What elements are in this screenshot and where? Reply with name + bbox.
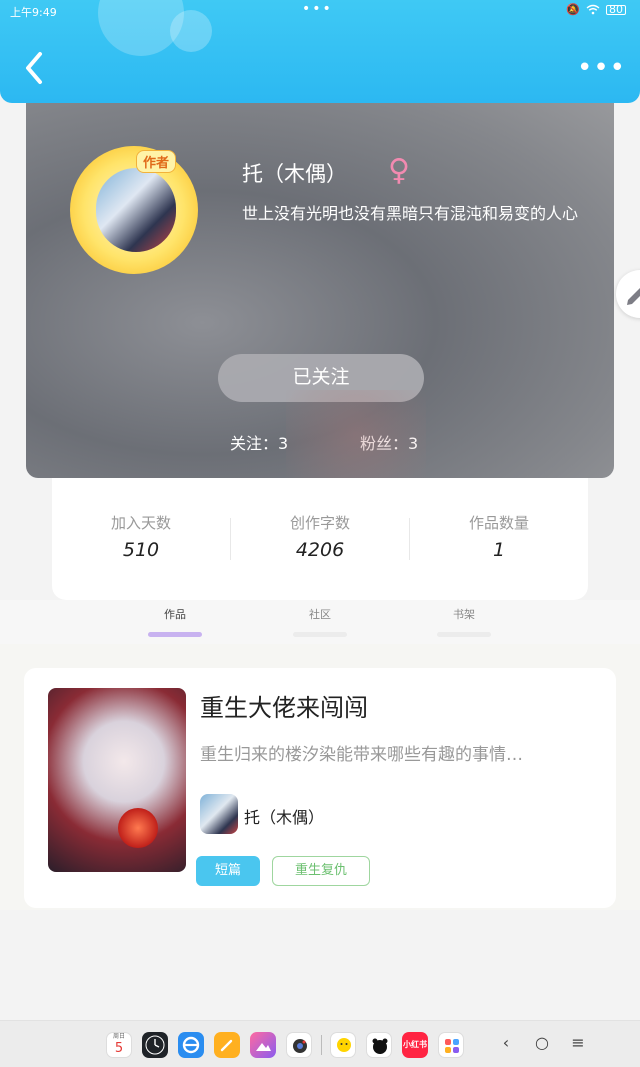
clock-app-icon[interactable] bbox=[142, 1032, 168, 1058]
calendar-weekday: 周日 bbox=[112, 1033, 125, 1040]
avatar-image bbox=[96, 168, 176, 252]
notes-icon bbox=[220, 1039, 233, 1052]
app-grid-icon bbox=[445, 1039, 459, 1053]
nav-back-button[interactable]: ‹ bbox=[494, 1033, 518, 1052]
edit-button[interactable] bbox=[616, 270, 640, 318]
browser-icon bbox=[182, 1036, 200, 1054]
gallery-app-icon[interactable] bbox=[250, 1032, 276, 1058]
tag-short-story[interactable]: 短篇 bbox=[196, 856, 260, 886]
book-cover-image[interactable] bbox=[48, 688, 186, 872]
pencil-icon bbox=[627, 288, 640, 305]
tab-label: 作品 bbox=[164, 608, 186, 621]
female-gender-icon: ♀ bbox=[388, 153, 410, 188]
tab-indicator bbox=[437, 632, 491, 637]
stat-word-count: 创作字数 4206 bbox=[231, 512, 409, 561]
stat-label: 创作字数 bbox=[289, 514, 350, 532]
stat-label: 加入天数 bbox=[110, 514, 171, 532]
profile-card: 作者 托（木偶） ♀ 世上没有光明也没有黑暗只有混沌和易变的人心 已关注 关注：… bbox=[26, 90, 614, 478]
status-time: 上午9:49 bbox=[10, 6, 57, 19]
camera-icon bbox=[293, 1039, 307, 1053]
tab-indicator bbox=[293, 632, 347, 637]
system-dock: 周日 5 小红书 ‹ ○ ≡ bbox=[0, 1020, 640, 1067]
profile-bio: 世上没有光明也没有黑暗只有混沌和易变的人心 bbox=[242, 204, 579, 223]
stat-value: 510 bbox=[122, 539, 160, 561]
stat-works-count: 作品数量 1 bbox=[410, 512, 588, 561]
recent-app-icon[interactable] bbox=[330, 1032, 356, 1058]
status-dots-icon: ••• bbox=[302, 1, 333, 17]
top-header: 上午9:49 ••• 🔕 80 ••• bbox=[0, 0, 640, 103]
tab-bookshelf[interactable]: 书架 bbox=[434, 606, 494, 637]
mute-icon: 🔕 bbox=[566, 3, 580, 16]
tag-rebirth-revenge[interactable]: 重生复仇 bbox=[272, 856, 370, 886]
calendar-app-icon[interactable]: 周日 5 bbox=[106, 1032, 132, 1058]
nav-recents-button[interactable]: ≡ bbox=[566, 1033, 590, 1052]
book-author-avatar bbox=[200, 794, 238, 834]
gallery-icon bbox=[256, 1043, 271, 1051]
stat-join-days: 加入天数 510 bbox=[52, 512, 230, 561]
tab-label: 社区 bbox=[309, 608, 331, 621]
wifi-icon bbox=[586, 4, 600, 15]
battery-icon: 80 bbox=[606, 4, 626, 15]
tab-indicator bbox=[148, 632, 202, 637]
app-icon bbox=[372, 1038, 388, 1054]
profile-name: 托（木偶） bbox=[242, 162, 347, 186]
camera-app-icon[interactable] bbox=[286, 1032, 312, 1058]
book-card[interactable]: 重生大佬来闯闯 重生归来的楼汐染能带来哪些有趣的事情… 托（木偶） 短篇 重生复… bbox=[24, 668, 616, 908]
stat-value: 4206 bbox=[295, 539, 345, 561]
stat-label: 作品数量 bbox=[468, 514, 529, 532]
status-icons: 🔕 80 bbox=[566, 3, 626, 16]
profile-tabs: 作品 社区 书架 bbox=[0, 600, 640, 644]
fans-count[interactable]: 粉丝：3 bbox=[360, 430, 418, 454]
back-button[interactable] bbox=[20, 50, 50, 86]
dock-separator bbox=[321, 1035, 322, 1055]
tab-community[interactable]: 社区 bbox=[290, 606, 350, 637]
stat-value: 1 bbox=[492, 539, 506, 561]
following-count[interactable]: 关注：3 bbox=[230, 430, 288, 454]
app-icon bbox=[337, 1038, 351, 1052]
app-library-icon[interactable] bbox=[438, 1032, 464, 1058]
book-description: 重生归来的楼汐染能带来哪些有趣的事情… bbox=[200, 745, 523, 765]
book-author-name: 托（木偶） bbox=[244, 808, 325, 827]
nav-home-button[interactable]: ○ bbox=[530, 1033, 554, 1052]
calendar-day: 5 bbox=[114, 1041, 124, 1056]
xiaohongshu-app-icon[interactable]: 小红书 bbox=[402, 1032, 428, 1058]
avatar[interactable]: 作者 bbox=[70, 146, 198, 274]
recent-app-icon[interactable] bbox=[366, 1032, 392, 1058]
more-options-button[interactable]: ••• bbox=[577, 55, 626, 81]
clock-icon bbox=[145, 1035, 165, 1055]
author-badge: 作者 bbox=[136, 150, 177, 173]
tab-works[interactable]: 作品 bbox=[145, 606, 205, 637]
followed-button[interactable]: 已关注 bbox=[218, 354, 424, 402]
tab-label: 书架 bbox=[453, 608, 475, 621]
notes-app-icon[interactable] bbox=[214, 1032, 240, 1058]
status-bar: 上午9:49 ••• 🔕 80 bbox=[0, 0, 640, 22]
author-stats-card: 加入天数 510 创作字数 4206 作品数量 1 bbox=[52, 478, 588, 600]
book-title[interactable]: 重生大佬来闯闯 bbox=[200, 688, 368, 723]
browser-app-icon[interactable] bbox=[178, 1032, 204, 1058]
